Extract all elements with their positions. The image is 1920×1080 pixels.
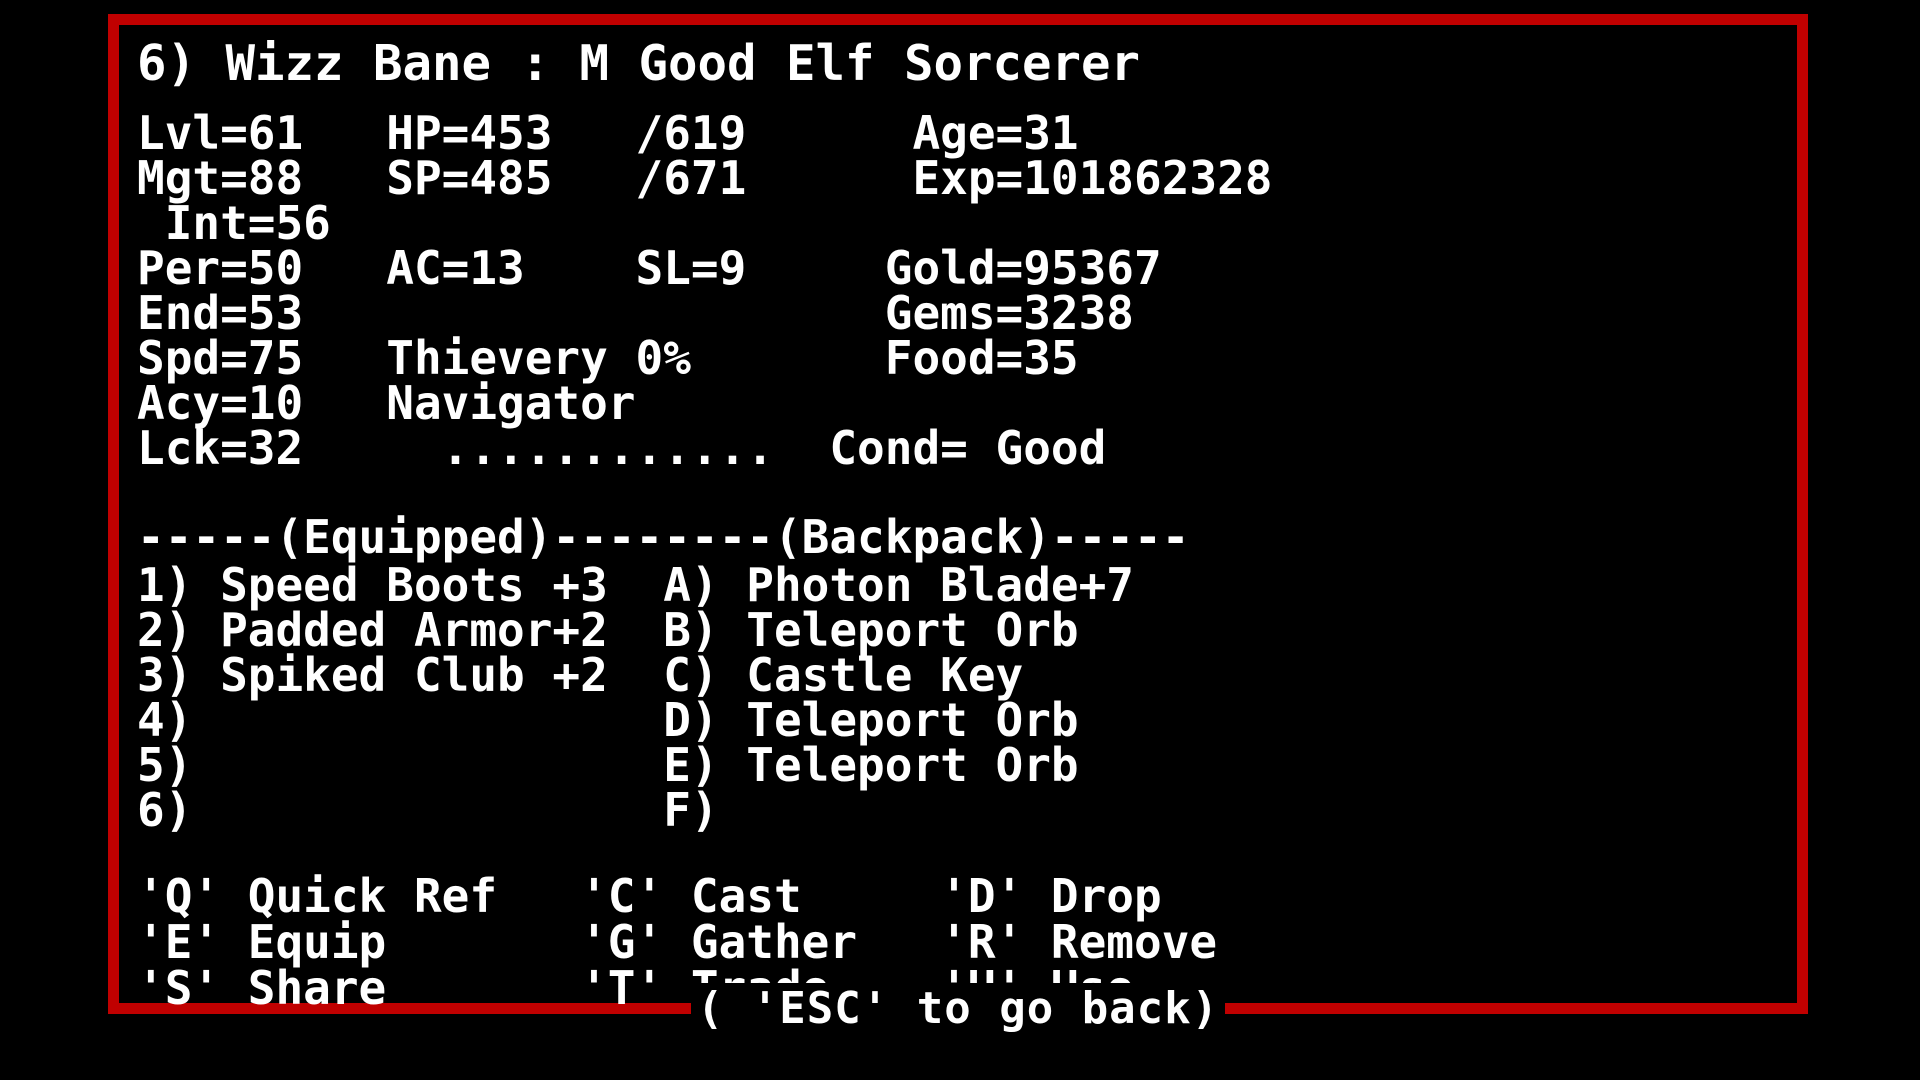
stat-line-per-ac-gold: Per=50 AC=13 SL=9 Gold=95367 <box>137 241 1162 295</box>
inventory-row-5[interactable]: 5) E) Teleport Orb <box>137 742 1793 788</box>
character-sheet-window: 6) Wizz Bane : M Good Elf Sorcerer Lvl=6… <box>108 14 1808 1035</box>
inventory-row-3[interactable]: 3) Spiked Club +2 C) Castle Key <box>137 652 1793 698</box>
command-row-2[interactable]: 'E' Equip 'G' Gather 'R' Remove <box>137 919 1793 965</box>
stat-line-int: Int=56 <box>137 196 331 250</box>
stat-line-mgt-sp-exp: Mgt=88 SP=485 /671 Exp=101862328 <box>137 151 1273 205</box>
character-title: 6) Wizz Bane : M Good Elf Sorcerer <box>137 35 1141 92</box>
stat-line-acy-navigator: Acy=10 Navigator <box>137 376 636 430</box>
inventory-row-4[interactable]: 4) D) Teleport Orb <box>137 697 1793 743</box>
stat-line-lvl-hp-age: Lvl=61 HP=453 /619 Age=31 <box>137 106 1079 160</box>
stats-block: Lvl=61 HP=453 /619 Age=31 Mgt=88 SP=485 … <box>137 106 1793 475</box>
command-row-1[interactable]: 'Q' Quick Ref 'C' Cast 'D' Drop <box>137 873 1793 919</box>
stat-line-spd-thievery-food: Spd=75 Thievery 0% Food=35 <box>137 331 1079 385</box>
stats-inventory-gap <box>137 471 1793 511</box>
escape-hint-label: ( 'ESC' to go back) <box>690 983 1226 1035</box>
stat-line-lck-cond: Lck=32 ............ Cond= Good <box>137 421 1107 475</box>
inventory-row-2[interactable]: 2) Padded Armor+2 B) Teleport Orb <box>137 607 1793 653</box>
inventory-row-6[interactable]: 6) F) <box>137 787 1793 833</box>
character-sheet-content: 6) Wizz Bane : M Good Elf Sorcerer Lvl=6… <box>137 33 1793 1011</box>
inventory-commands-gap <box>137 833 1793 873</box>
inventory-block: -----(Equipped)--------(Backpack)----- 1… <box>137 511 1793 833</box>
stat-line-end-gems: End=53 Gems=3238 <box>137 286 1134 340</box>
inventory-row-1[interactable]: 1) Speed Boots +3 A) Photon Blade+7 <box>137 562 1793 608</box>
game-screen: 6) Wizz Bane : M Good Elf Sorcerer Lvl=6… <box>0 0 1920 1080</box>
escape-hint: ( 'ESC' to go back) <box>119 983 1797 1035</box>
inventory-divider: -----(Equipped)--------(Backpack)----- <box>137 510 1190 564</box>
